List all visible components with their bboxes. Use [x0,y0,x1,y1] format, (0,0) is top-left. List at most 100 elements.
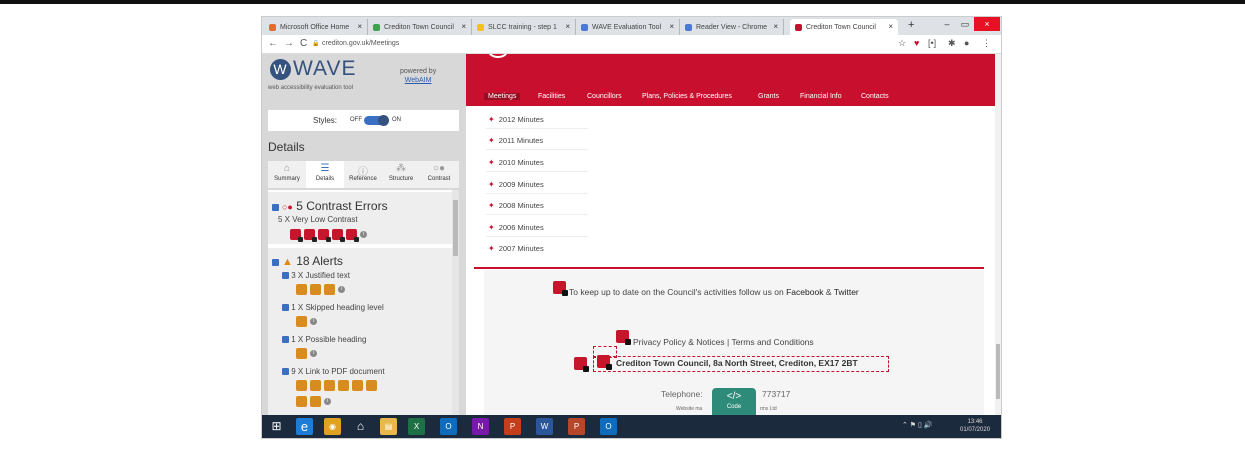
pdf-link-icon[interactable] [338,380,349,391]
checkbox[interactable] [282,272,289,280]
minutes-link[interactable]: ✦ 2010 Minutes [488,158,544,167]
reload-icon[interactable]: C [300,38,307,49]
checkbox[interactable] [282,304,289,312]
close-tab-icon[interactable]: × [461,22,466,31]
justified-text-icon[interactable] [324,284,335,295]
menu-meetings[interactable]: Meetings [484,93,521,100]
forward-icon[interactable]: → [284,38,294,49]
extension-heart-icon[interactable]: ♥ [914,38,919,48]
minutes-link[interactable]: ✦ 2008 Minutes [488,201,544,210]
close-tab-icon[interactable]: × [773,22,778,31]
minutes-link[interactable]: ✦ 2007 Minutes [488,244,544,253]
facebook-link[interactable]: Facebook [786,287,823,297]
outlook-icon[interactable]: O [600,418,617,435]
outlook-icon[interactable]: O [440,418,457,435]
extensions-puzzle-icon[interactable]: ✱ [948,38,956,49]
wave-error-icon[interactable] [574,357,589,372]
checkbox[interactable] [282,368,289,376]
powerpoint-icon[interactable]: P [504,418,521,435]
browser-tab[interactable]: Microsoft Office Home × [264,19,368,35]
scroll-thumb[interactable] [453,200,458,256]
details-scrollbar[interactable] [452,190,459,415]
close-window-button[interactable]: × [974,17,1000,31]
menu-financial-info[interactable]: Financial Info [800,93,842,100]
pdf-link-icon[interactable] [310,380,321,391]
webaim-link[interactable]: WebAIM [400,76,436,85]
word-icon[interactable]: W [536,418,553,435]
alert-item-possible-heading[interactable]: 1 X Possible heading [282,335,366,344]
tab-structure[interactable]: ⁂ Structure [382,161,420,188]
close-tab-icon[interactable]: × [565,22,570,31]
twitter-link[interactable]: Twitter [834,287,859,297]
close-tab-icon[interactable]: × [357,22,362,31]
info-icon[interactable]: i [310,350,317,357]
page-scrollbar[interactable] [995,54,1001,415]
pdf-link-icon[interactable] [366,380,377,391]
contrast-error-icon[interactable] [290,229,303,242]
browser-tab[interactable]: Crediton Town Council × [368,19,472,35]
profile-avatar-icon[interactable]: ● [964,38,969,48]
minimize-button[interactable]: – [938,17,956,31]
minutes-link[interactable]: ✦ 2012 Minutes [488,115,544,124]
contrast-error-icon[interactable] [318,229,331,242]
onenote-icon[interactable]: N [472,418,489,435]
contrast-checkbox[interactable] [272,204,279,211]
back-icon[interactable]: ← [268,38,278,49]
publisher-icon[interactable]: P [568,418,585,435]
info-icon[interactable]: i [310,318,317,325]
minutes-link[interactable]: ✦ 2009 Minutes [488,180,544,189]
possible-heading-icon[interactable] [296,348,307,359]
chrome-icon[interactable]: ◉ [324,418,341,435]
alert-item-skipped-heading[interactable]: 1 X Skipped heading level [282,303,384,312]
internet-explorer-icon[interactable]: e [296,418,313,435]
contrast-error-icon[interactable] [304,229,317,242]
tab-reference[interactable]: ⓘ Reference [344,161,382,188]
wave-error-icon[interactable] [616,330,631,345]
home-icon[interactable]: ⌂ [352,418,369,435]
contrast-error-icon[interactable] [332,229,345,242]
checkbox[interactable] [282,336,289,344]
styles-toggle[interactable] [364,115,389,126]
pdf-link-icon[interactable] [352,380,363,391]
alert-item-justified[interactable]: 3 X Justified text [282,271,350,280]
extension-bracket-icon[interactable]: [•] [928,38,936,48]
excel-icon[interactable]: X [408,418,425,435]
menu-councillors[interactable]: Councillors [587,93,622,100]
justified-text-icon[interactable] [310,284,321,295]
pdf-link-icon[interactable] [296,380,307,391]
restore-button[interactable]: ▭ [956,17,974,31]
minutes-link[interactable]: ✦ 2011 Minutes [488,136,543,145]
browser-tab[interactable]: SLCC training - step 1 × [472,19,576,35]
tab-details[interactable]: ☰ Details [306,161,344,188]
menu-plans-policies[interactable]: Plans, Policies & Procedures [642,93,732,100]
scroll-thumb[interactable] [996,344,1000,399]
wave-error-icon[interactable] [553,281,568,296]
pdf-link-icon[interactable] [324,380,335,391]
windows-start-icon[interactable]: ⊞ [268,418,285,435]
pdf-link-icon[interactable] [296,396,307,407]
info-icon[interactable]: i [360,231,367,238]
file-explorer-icon[interactable]: ▤ [380,418,397,435]
minutes-link[interactable]: ✦ 2006 Minutes [488,223,544,232]
terms-link[interactable]: Terms and Conditions [731,337,813,347]
privacy-policy-link[interactable]: Privacy Policy & Notices [633,337,725,347]
menu-grants[interactable]: Grants [758,93,779,100]
bookmark-star-icon[interactable]: ☆ [898,38,906,49]
info-icon[interactable]: i [338,286,345,293]
system-clock[interactable]: 13:46 01/07/2020 [960,418,990,434]
skipped-heading-icon[interactable] [296,316,307,327]
browser-tab[interactable]: Reader View - Chrome × [680,19,784,35]
alerts-checkbox[interactable] [272,259,279,266]
pdf-link-icon[interactable] [310,396,321,407]
alert-item-pdf-link[interactable]: 9 X Link to PDF document [282,367,385,376]
url-field[interactable]: crediton.gov.uk/Meetings [322,40,399,47]
justified-text-icon[interactable] [296,284,307,295]
menu-kebab-icon[interactable]: ⋮ [982,38,991,49]
tab-summary[interactable]: ⌂ Summary [268,161,306,188]
system-tray-icons[interactable]: ⌃ ⚑ ▯ 🔊 [902,421,933,429]
close-tab-icon[interactable]: × [669,22,674,31]
browser-tab-active[interactable]: Crediton Town Council × [790,19,898,35]
wave-code-button[interactable]: </> Code [712,388,756,415]
contrast-error-icon[interactable] [346,229,359,242]
info-icon[interactable]: i [324,398,331,405]
